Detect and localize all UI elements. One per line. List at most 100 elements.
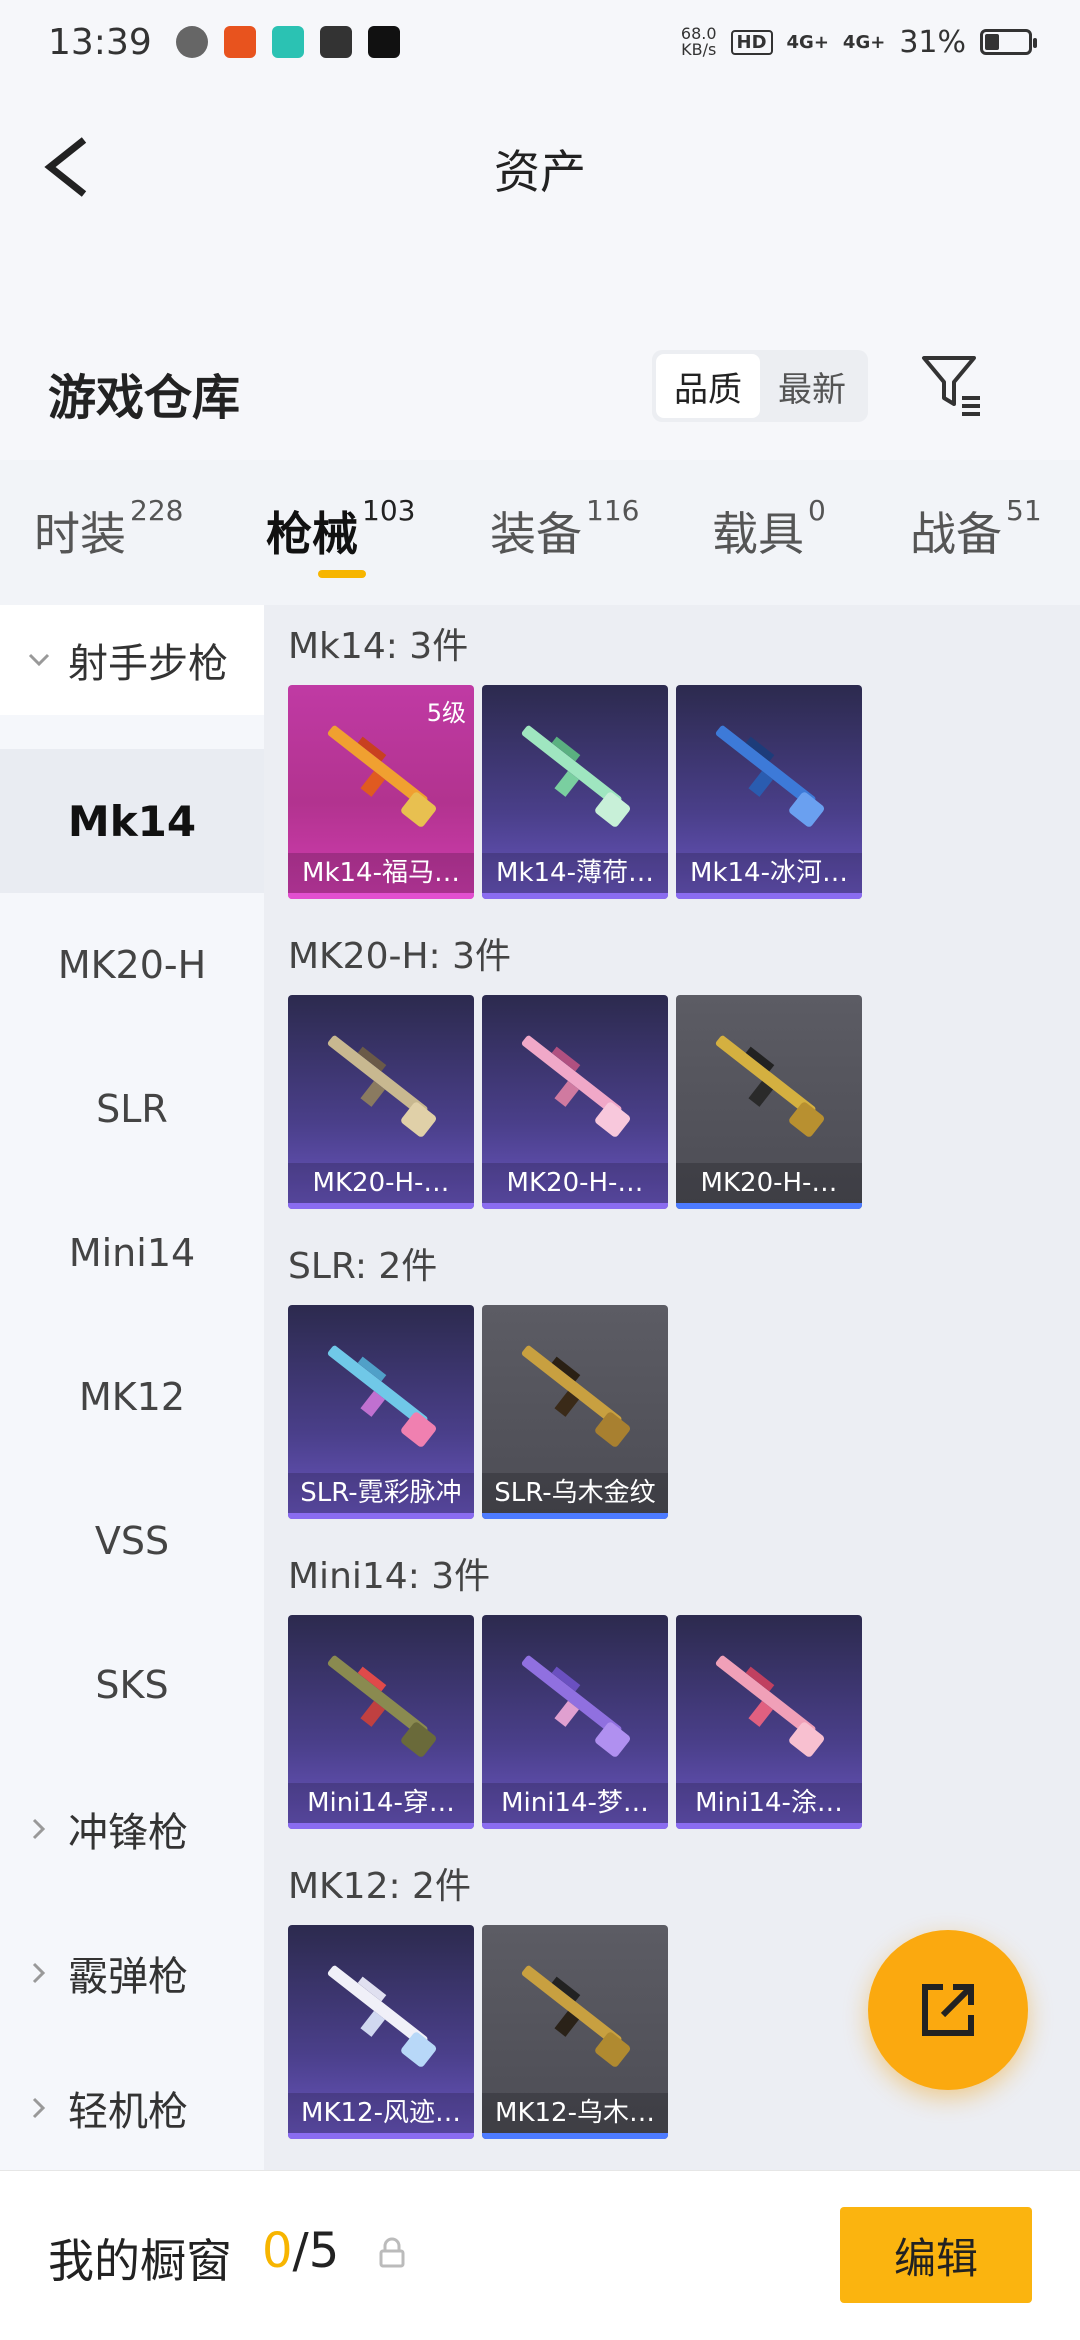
rarity-stripe [676, 1823, 862, 1829]
rarity-stripe [288, 1203, 474, 1209]
chevron-right-icon [32, 1818, 46, 1840]
weapon-name: MK20-H-… [482, 1163, 668, 1203]
sort-toggle: 品质 最新 [652, 350, 868, 422]
showcase-count: 0/5 [262, 2223, 339, 2279]
weapon-name: SLR-霓彩脉冲 [288, 1473, 474, 1513]
sidebar-group-smg[interactable]: 冲锋枪 [0, 1757, 264, 1901]
sort-latest-button[interactable]: 最新 [760, 354, 864, 418]
tab-count: 228 [130, 494, 184, 527]
filter-icon [922, 356, 980, 416]
tab-vehicles[interactable]: 载具 0 [712, 494, 826, 564]
weapon-name: MK12-风迹… [288, 2093, 474, 2133]
rifle-icon [715, 1035, 825, 1137]
tab-label: 枪械 [266, 507, 358, 561]
weapon-card[interactable]: Mk14-冰河… [676, 685, 862, 899]
battery-percent: 31% [899, 24, 966, 60]
notification-icons [175, 26, 400, 58]
weapon-name: MK20-H-… [676, 1163, 862, 1203]
weapon-card[interactable]: MK12-风迹… [288, 1925, 474, 2139]
tab-firearms[interactable]: 枪械 103 [266, 494, 415, 564]
weapon-name: Mini14-梦… [482, 1783, 668, 1823]
weapon-card[interactable]: MK12-乌木… [482, 1925, 668, 2139]
warehouse-header: 游戏仓库 品质 最新 [0, 340, 1080, 460]
weapon-card[interactable]: MK20-H-… [288, 995, 474, 1209]
signal-4g-1: 4G+ [786, 31, 829, 53]
chevron-down-icon [28, 653, 50, 667]
status-bar: 13:39 68.0 KB/s HD 4G+ 4G+ 31% [0, 0, 1080, 84]
tab-equipment[interactable]: 装备 116 [490, 494, 639, 564]
sidebar-group-label: 射手步枪 [68, 641, 228, 687]
weapon-name: Mk14-福马… [288, 853, 474, 893]
rifle-icon [715, 725, 825, 827]
share-fab-button[interactable] [868, 1930, 1028, 2090]
rarity-stripe [288, 893, 474, 899]
news-icon [367, 26, 400, 58]
tab-label: 载具 [712, 507, 804, 561]
sort-quality-button[interactable]: 品质 [656, 354, 760, 418]
tab-count: 103 [362, 494, 416, 527]
weapon-name: MK20-H-… [288, 1163, 474, 1203]
sidebar-group-lmg[interactable]: 轻机枪 [0, 2045, 264, 2170]
weapon-name: SLR-乌木金纹 [482, 1473, 668, 1513]
sidebar-group-label: 冲锋枪 [68, 1810, 188, 1856]
group-label-mk20h: MK20-H: 3件 [288, 936, 512, 977]
weapon-name: Mini14-涂… [676, 1783, 862, 1823]
sidebar-item-mk12[interactable]: MK12 [0, 1325, 264, 1469]
group-label-mini14: Mini14: 3件 [288, 1556, 491, 1597]
weapon-card[interactable]: 5级 Mk14-福马… [288, 685, 474, 899]
group-label-slr: SLR: 2件 [288, 1246, 438, 1287]
sidebar-item-mk14[interactable]: Mk14 [0, 749, 264, 893]
rifle-icon [521, 1965, 631, 2067]
rifle-icon [327, 1035, 437, 1137]
sidebar-item-mini14[interactable]: Mini14 [0, 1181, 264, 1325]
weapon-card[interactable]: Mini14-穿… [288, 1615, 474, 1829]
sidebar-item-mk20h[interactable]: MK20-H [0, 893, 264, 1037]
weapon-card[interactable]: SLR-霓彩脉冲 [288, 1305, 474, 1519]
sidebar-group-shotgun[interactable]: 霰弹枪 [0, 1901, 264, 2045]
sidebar-item-sks[interactable]: SKS [0, 1613, 264, 1757]
net-speed: 68.0 KB/s [681, 26, 717, 58]
group-label-mk14: Mk14: 3件 [288, 626, 469, 667]
rifle-icon [327, 725, 437, 827]
group-label-mk12: MK12: 2件 [288, 1866, 471, 1907]
rifle-icon [521, 1345, 631, 1447]
filter-button[interactable] [920, 352, 984, 418]
app-header: 资产 [0, 100, 1080, 230]
chevron-right-icon [32, 1962, 46, 1984]
share-icon [922, 1984, 974, 2036]
rifle-icon [327, 1965, 437, 2067]
rifle-icon [521, 1655, 631, 1757]
weapon-card[interactable]: MK20-H-… [482, 995, 668, 1209]
rarity-stripe [288, 2133, 474, 2139]
rarity-stripe [482, 1823, 668, 1829]
net-speed-unit: KB/s [681, 40, 717, 59]
signal-4g-2: 4G+ [842, 31, 886, 53]
warehouse-title: 游戏仓库 [48, 370, 241, 426]
rarity-stripe [482, 1513, 668, 1519]
showcase-total: /5 [292, 2223, 340, 2279]
weapon-card[interactable]: Mk14-薄荷… [482, 685, 668, 899]
hd-icon: HD [730, 29, 773, 55]
rarity-stripe [288, 1513, 474, 1519]
edit-button[interactable]: 编辑 [840, 2207, 1032, 2303]
weapon-card[interactable]: Mini14-梦… [482, 1615, 668, 1829]
status-time: 13:39 [48, 21, 152, 63]
sidebar-item-vss[interactable]: VSS [0, 1469, 264, 1613]
weapon-card[interactable]: MK20-H-… [676, 995, 862, 1209]
page-title: 资产 [494, 145, 586, 199]
tab-supplies[interactable]: 战备 51 [910, 494, 1042, 564]
category-tabs: 时装 228 枪械 103 装备 116 载具 0 战备 51 [0, 460, 1080, 605]
weapon-card[interactable]: SLR-乌木金纹 [482, 1305, 668, 1519]
lock-icon [379, 2237, 405, 2268]
sidebar-item-slr[interactable]: SLR [0, 1037, 264, 1181]
tab-fashion[interactable]: 时装 228 [34, 494, 183, 564]
sidebar-group-marksman-rifle[interactable]: 射手步枪 [0, 605, 264, 715]
rarity-stripe [482, 1203, 668, 1209]
weapon-name: Mk14-冰河… [676, 853, 862, 893]
showcase-bar: 我的橱窗 0/5 编辑 [0, 2170, 1080, 2340]
rifle-icon [521, 1035, 631, 1137]
weapon-card[interactable]: Mini14-涂… [676, 1615, 862, 1829]
rarity-stripe [676, 1203, 862, 1209]
sidebar-group-label: 轻机枪 [68, 2088, 188, 2135]
video-icon [319, 26, 352, 58]
